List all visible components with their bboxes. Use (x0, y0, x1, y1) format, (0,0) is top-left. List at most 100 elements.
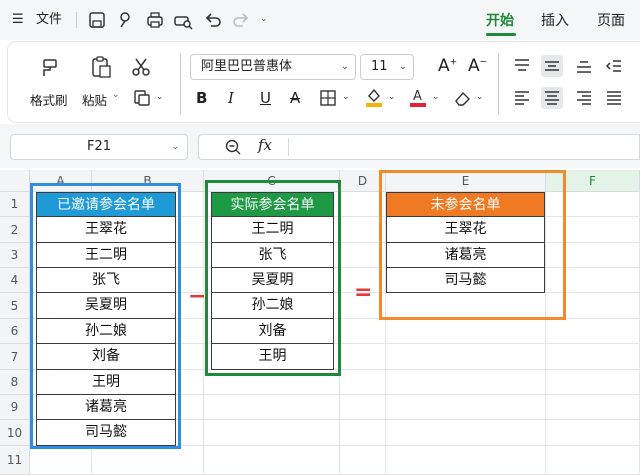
grid-cell[interactable] (546, 319, 640, 344)
tab-page[interactable]: 页面 (597, 10, 625, 30)
grid-cell[interactable] (340, 395, 386, 420)
fx-icon[interactable]: fx (258, 136, 272, 154)
print-icon[interactable] (144, 9, 166, 31)
absent-name-cell[interactable]: 王翠花 (386, 217, 545, 243)
invited-name-cell[interactable]: 孙二娘 (36, 319, 176, 344)
increase-font-icon[interactable]: A+ (438, 56, 457, 76)
attended-name-cell[interactable]: 王二明 (211, 217, 334, 243)
grid-cell[interactable] (204, 420, 340, 446)
indent-decrease-icon[interactable] (604, 56, 624, 76)
invited-name-cell[interactable]: 诸葛亮 (36, 395, 176, 420)
grid-cell[interactable] (546, 370, 640, 395)
select-all-corner[interactable] (0, 170, 30, 192)
attended-name-cell[interactable]: 王明 (211, 344, 334, 370)
justify-icon[interactable] (604, 88, 624, 108)
absent-name-cell[interactable]: 诸葛亮 (386, 243, 545, 268)
grid-cell[interactable] (30, 446, 92, 475)
border-icon[interactable] (318, 88, 338, 108)
grid-cell[interactable] (546, 395, 640, 420)
align-left-icon[interactable] (512, 88, 532, 108)
font-size-select[interactable]: 11 ⌄ (360, 54, 414, 80)
row-header-9[interactable]: 9 (0, 395, 30, 420)
grid-cell[interactable] (546, 420, 640, 446)
invited-name-cell[interactable]: 吴夏明 (36, 293, 176, 319)
invited-name-cell[interactable]: 王二明 (36, 243, 176, 268)
grid-cell[interactable] (386, 319, 546, 344)
tab-home[interactable]: 开始 (486, 10, 514, 30)
save-icon[interactable] (86, 9, 108, 31)
paste-icon[interactable] (88, 54, 114, 80)
align-center-icon[interactable] (542, 88, 562, 108)
row-header-6[interactable]: 6 (0, 319, 30, 344)
grid-cell[interactable] (386, 370, 546, 395)
italic-button[interactable]: I (228, 88, 234, 108)
grid-cell[interactable] (386, 446, 546, 475)
row-header-10[interactable]: 10 (0, 420, 30, 446)
row-header-8[interactable]: 8 (0, 370, 30, 395)
file-menu[interactable]: 文件 (36, 10, 62, 30)
share-icon[interactable] (114, 9, 136, 31)
grid-cell[interactable] (340, 446, 386, 475)
fill-color-icon[interactable] (364, 86, 384, 108)
invited-name-cell[interactable]: 王翠花 (36, 217, 176, 243)
attended-table-header[interactable]: 实际参会名单 (211, 192, 334, 217)
decrease-font-icon[interactable]: A− (468, 56, 487, 76)
absent-name-cell[interactable]: 司马懿 (386, 268, 545, 293)
row-header-4[interactable]: 4 (0, 268, 30, 293)
grid-cell[interactable] (386, 420, 546, 446)
name-box[interactable]: F21 ⌄ (10, 134, 188, 160)
format-painter-icon[interactable] (38, 56, 62, 80)
grid-cell[interactable] (386, 395, 546, 420)
strikethrough-button[interactable]: A (290, 88, 300, 108)
cut-icon[interactable] (130, 56, 152, 78)
bold-button[interactable]: B (196, 88, 207, 108)
copy-chevron-icon[interactable]: ⌄ (156, 92, 164, 102)
attended-name-cell[interactable]: 张飞 (211, 243, 334, 268)
print-preview-icon[interactable] (172, 9, 194, 31)
row-header-3[interactable]: 3 (0, 243, 30, 268)
font-color-chevron-icon[interactable]: ⌄ (432, 92, 440, 102)
absent-table-header[interactable]: 未参会名单 (386, 192, 545, 217)
align-right-icon[interactable] (574, 88, 594, 108)
align-middle-icon[interactable] (542, 56, 562, 76)
tab-insert[interactable]: 插入 (541, 10, 569, 30)
row-header-11[interactable]: 11 (0, 446, 30, 475)
undo-icon[interactable] (202, 9, 224, 31)
invited-name-cell[interactable]: 司马懿 (36, 420, 176, 446)
eraser-icon[interactable] (452, 88, 472, 108)
grid-cell[interactable] (340, 344, 386, 370)
invited-name-cell[interactable]: 张飞 (36, 268, 176, 293)
grid-cell[interactable] (340, 420, 386, 446)
invited-name-cell[interactable]: 王明 (36, 370, 176, 395)
grid-cell[interactable] (204, 446, 340, 475)
chevron-down-icon[interactable]: ⌄ (260, 14, 268, 24)
chevron-down-icon[interactable]: ⌄ (171, 135, 179, 159)
grid-cell[interactable] (204, 395, 340, 420)
underline-button[interactable]: U (260, 88, 271, 108)
paste-label[interactable]: 粘贴 (82, 90, 107, 109)
font-color-icon[interactable]: A (408, 86, 428, 108)
grid-cell[interactable] (340, 319, 386, 344)
attended-name-cell[interactable]: 孙二娘 (211, 293, 334, 319)
row-header-7[interactable]: 7 (0, 344, 30, 370)
grid-cell[interactable] (546, 344, 640, 370)
attended-name-cell[interactable]: 刘备 (211, 319, 334, 344)
eraser-chevron-icon[interactable]: ⌄ (476, 92, 484, 102)
row-header-5[interactable]: 5 (0, 293, 30, 319)
grid-cell[interactable] (340, 370, 386, 395)
grid-cell[interactable] (92, 446, 204, 475)
copy-icon[interactable] (132, 88, 152, 108)
border-chevron-icon[interactable]: ⌄ (342, 92, 350, 102)
zoom-icon[interactable] (224, 138, 242, 156)
paste-chevron-icon[interactable]: ⌄ (112, 90, 120, 100)
row-header-2[interactable]: 2 (0, 217, 30, 243)
align-bottom-icon[interactable] (574, 56, 594, 76)
fill-color-chevron-icon[interactable]: ⌄ (388, 92, 396, 102)
format-painter-label[interactable]: 格式刷 (30, 90, 68, 109)
font-name-select[interactable]: 阿里巴巴普惠体 ⌄ (190, 54, 356, 80)
hamburger-menu-icon[interactable]: ☰ (12, 10, 24, 30)
invited-table-header[interactable]: 已邀请参会名单 (36, 192, 176, 217)
invited-name-cell[interactable]: 刘备 (36, 344, 176, 370)
grid-cell[interactable] (386, 344, 546, 370)
align-top-icon[interactable] (512, 56, 532, 76)
